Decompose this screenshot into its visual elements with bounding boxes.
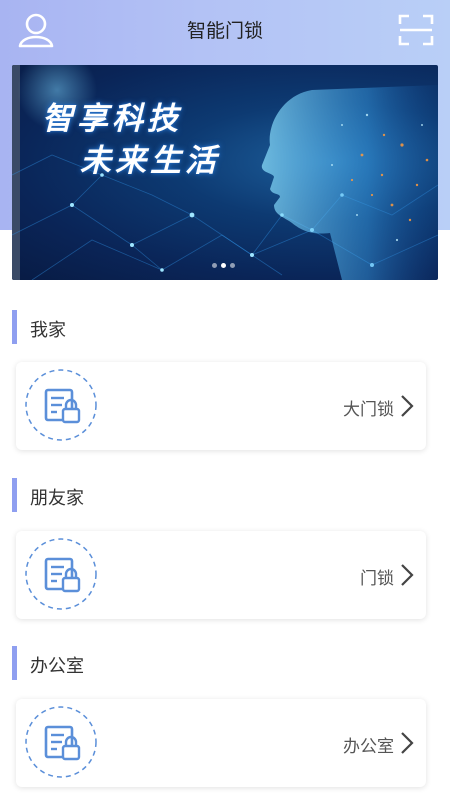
lock-card-friend[interactable]: 门锁 <box>16 531 426 619</box>
top-bar: 智能门锁 <box>0 0 450 60</box>
chevron-right-icon <box>401 564 414 586</box>
pagination-dot-active[interactable] <box>221 263 226 268</box>
pagination-dot[interactable] <box>230 263 235 268</box>
pagination-dot[interactable] <box>212 263 217 268</box>
section-title: 我家 <box>30 320 66 341</box>
section-header-home: 我家 <box>12 310 312 346</box>
lock-card-home[interactable]: 大门锁 <box>16 362 426 450</box>
banner-headline-1: 智享科技 <box>42 101 182 137</box>
lock-device-icon <box>25 538 97 610</box>
section-accent-bar <box>12 646 17 680</box>
promo-banner[interactable]: 智享科技 未来生活 <box>12 65 438 280</box>
section-accent-bar <box>12 478 17 512</box>
scan-button[interactable] <box>398 13 434 47</box>
banner-headline-2: 未来生活 <box>80 143 220 179</box>
chevron-right-icon <box>401 395 414 417</box>
device-name: 办公室 <box>343 737 394 757</box>
section-header-friend: 朋友家 <box>12 478 312 514</box>
device-name: 门锁 <box>360 569 394 589</box>
page-title: 智能门锁 <box>186 20 263 42</box>
banner-pagination <box>212 263 235 268</box>
chevron-right-icon <box>401 732 414 754</box>
device-name: 大门锁 <box>343 400 394 420</box>
section-accent-bar <box>12 310 17 344</box>
section-title: 办公室 <box>30 656 84 677</box>
section-title: 朋友家 <box>30 488 84 509</box>
lock-device-icon <box>25 369 97 441</box>
scan-icon <box>398 14 434 46</box>
lock-device-icon <box>25 706 97 778</box>
section-header-office: 办公室 <box>12 646 312 682</box>
lock-card-office[interactable]: 办公室 <box>16 699 426 787</box>
